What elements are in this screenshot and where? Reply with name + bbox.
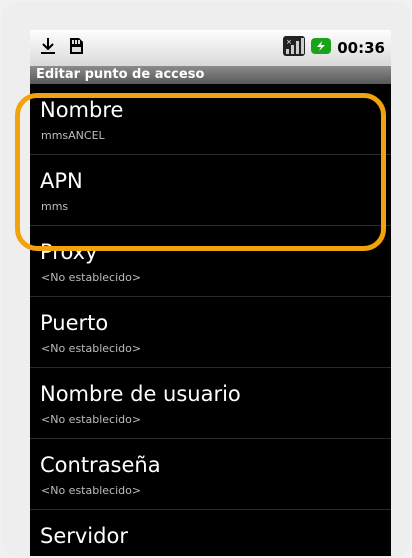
signal-icon: × xyxy=(283,36,306,60)
apn-settings-list: Nombre mmsANCEL APN mms Proxy <No establ… xyxy=(30,84,391,556)
setting-value: mms xyxy=(41,200,69,213)
svg-text:×: × xyxy=(286,38,292,46)
status-bar: × 00:36 xyxy=(30,30,391,66)
setting-value: <No establecido> xyxy=(41,342,142,355)
phone-screen: × 00:36 Editar punto de acceso Nombre mm… xyxy=(30,30,391,556)
download-icon xyxy=(38,36,58,60)
setting-label: Puerto xyxy=(40,311,109,335)
setting-label: Nombre de usuario xyxy=(40,382,241,406)
setting-value: <No establecido> xyxy=(41,413,142,426)
status-right-icons: × 00:36 xyxy=(283,36,391,60)
battery-charging-icon xyxy=(311,36,332,60)
status-left-icons xyxy=(30,36,86,60)
setting-label: APN xyxy=(40,169,83,193)
window-title: Editar punto de acceso xyxy=(30,66,391,84)
setting-label: Proxy xyxy=(40,240,98,264)
setting-item-nombre-de-usuario[interactable]: Nombre de usuario <No establecido> xyxy=(30,368,391,439)
setting-value: <No establecido> xyxy=(41,271,142,284)
setting-item-apn[interactable]: APN mms xyxy=(30,155,391,226)
clock-time: 00:36 xyxy=(337,39,385,57)
setting-item-proxy[interactable]: Proxy <No establecido> xyxy=(30,226,391,297)
setting-value: mmsANCEL xyxy=(41,129,105,142)
setting-label: Contraseña xyxy=(40,453,161,477)
sd-card-icon xyxy=(66,36,86,60)
screenshot-frame: × 00:36 Editar punto de acceso Nombre mm… xyxy=(2,2,410,556)
setting-label: Nombre xyxy=(40,98,124,122)
setting-item-contrasena[interactable]: Contraseña <No establecido> xyxy=(30,439,391,510)
setting-item-servidor[interactable]: Servidor xyxy=(30,510,391,556)
setting-item-puerto[interactable]: Puerto <No establecido> xyxy=(30,297,391,368)
setting-label: Servidor xyxy=(40,524,128,548)
setting-value: <No establecido> xyxy=(41,484,142,497)
setting-item-nombre[interactable]: Nombre mmsANCEL xyxy=(30,84,391,155)
